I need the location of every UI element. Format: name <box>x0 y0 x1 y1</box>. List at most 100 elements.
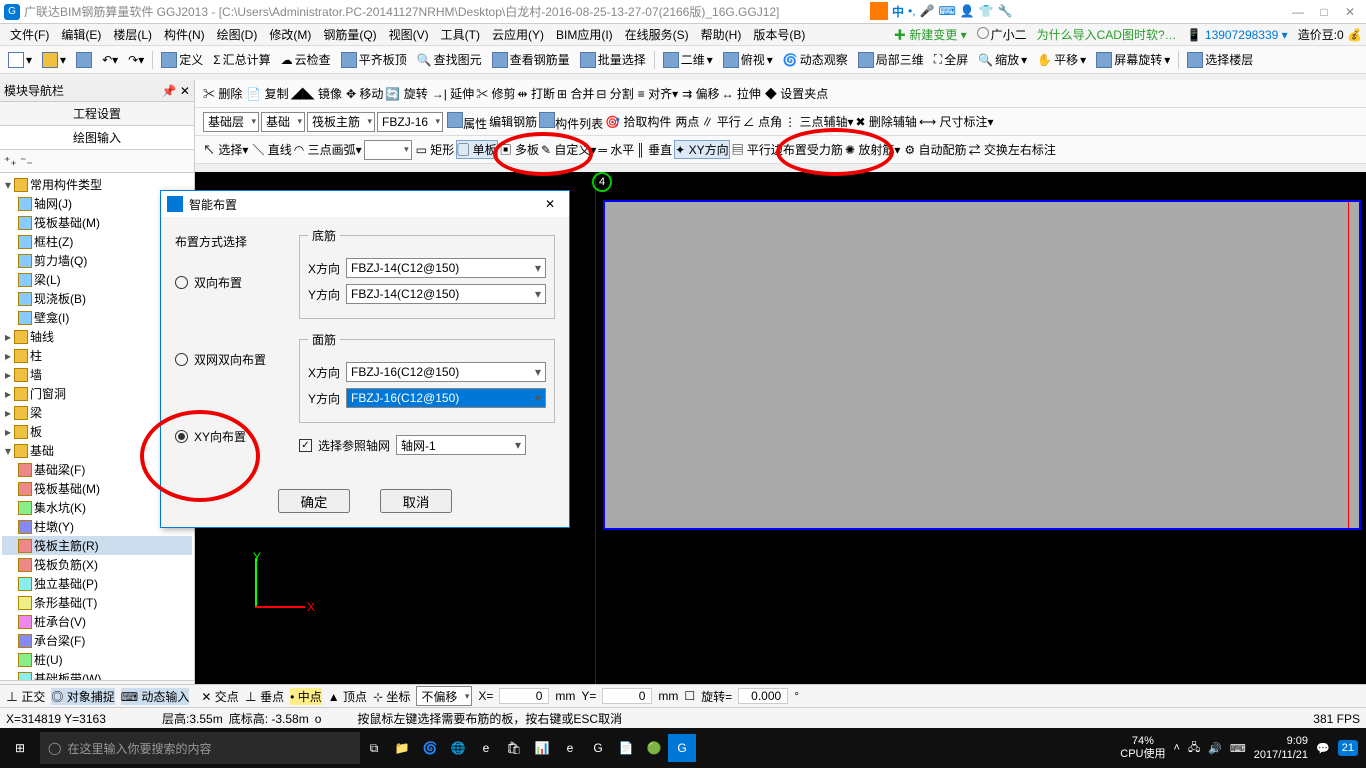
del-axis-button[interactable]: ✖ 删除辅轴 <box>856 113 917 130</box>
select-tool[interactable]: ↖ 选择▾ <box>203 141 248 158</box>
tab-engineering[interactable]: 工程设置 <box>0 102 194 126</box>
edit-steel-button[interactable]: 编辑钢筋 <box>489 113 537 130</box>
maximize-button[interactable]: □ <box>1312 3 1336 21</box>
align-button[interactable]: ≡ 对齐▾ <box>638 85 678 102</box>
tree-item[interactable]: 剪力墙(Q) <box>34 252 87 269</box>
x-value[interactable]: 0 <box>499 688 549 704</box>
trim-button[interactable]: ✂ 修剪 <box>476 85 515 102</box>
ime-mic-icon[interactable]: 🎤 <box>920 4 935 18</box>
fullscreen-button[interactable]: ⛶ 全屏 <box>930 49 972 70</box>
tree-item[interactable]: 筏板负筋(X) <box>34 556 98 573</box>
tree-group[interactable]: 柱 <box>30 347 42 364</box>
tab-draw-input[interactable]: 绘图输入 <box>0 126 194 150</box>
taskbar-app-active[interactable]: G <box>668 734 696 762</box>
minimize-button[interactable]: — <box>1286 3 1310 21</box>
break-button[interactable]: ⇹ 打断 <box>518 85 555 102</box>
menu-cloud[interactable]: 云应用(Y) <box>486 24 550 45</box>
find-button[interactable]: 🔍 查找图元 <box>413 49 486 70</box>
rot-checkbox[interactable]: ☐ <box>684 689 695 703</box>
menu-floor[interactable]: 楼层(L) <box>107 24 158 45</box>
ime-punct-icon[interactable]: •, <box>908 4 916 18</box>
dialog-close-button[interactable]: ✕ <box>537 197 563 211</box>
taskbar-app-7[interactable]: e <box>556 734 584 762</box>
menu-modify[interactable]: 修改(M) <box>263 24 317 45</box>
taskbar-app-10[interactable]: 🟢 <box>640 734 668 762</box>
taskbar-app-4[interactable]: e <box>472 734 500 762</box>
tree-item[interactable]: 壁龛(I) <box>34 309 69 326</box>
osnap-toggle[interactable]: ◎ 对象捕捉 <box>51 688 114 705</box>
ortho-toggle[interactable]: ⊥ 正交 <box>6 688 45 705</box>
tree-item[interactable]: 筏板基础(M) <box>34 480 100 497</box>
coord-snap[interactable]: ⊹ 坐标 <box>373 688 410 705</box>
empty-combo[interactable] <box>364 140 412 160</box>
close-button[interactable]: ✕ <box>1338 3 1362 21</box>
taskbar-app-3[interactable]: 🌐 <box>444 734 472 762</box>
menu-bim[interactable]: BIM应用(I) <box>550 24 619 45</box>
ime-user-icon[interactable]: 👤 <box>960 4 975 18</box>
ime-skin-icon[interactable]: 👕 <box>979 4 994 18</box>
tree-base[interactable]: 基础 <box>30 442 54 459</box>
menu-draw[interactable]: 绘图(D) <box>211 24 264 45</box>
tree-mode-icons[interactable]: ⁺₊ ⁻₋ <box>0 150 194 173</box>
tree-item[interactable]: 条形基础(T) <box>34 594 97 611</box>
tree-item[interactable]: 框柱(Z) <box>34 233 73 250</box>
taskbar-app-2[interactable]: 🌀 <box>416 734 444 762</box>
taskbar-app-1[interactable]: 📁 <box>388 734 416 762</box>
top-view-button[interactable]: 俯视▾ <box>719 49 777 70</box>
taskbar-app-5[interactable]: 🛍 <box>500 734 528 762</box>
tree-item[interactable]: 独立基础(P) <box>34 575 98 592</box>
three-point-button[interactable]: ⋮ 三点辅轴▾ <box>784 113 853 130</box>
tree-item[interactable]: 筏板基础(M) <box>34 214 100 231</box>
badge[interactable]: 21 <box>1338 740 1358 756</box>
tray-up-icon[interactable]: ˄ <box>1174 742 1180 754</box>
tree-item[interactable]: 桩承台(V) <box>34 613 86 630</box>
search-box[interactable]: ◯ 在这里输入你要搜索的内容 <box>40 732 360 764</box>
pick-button[interactable]: 🎯 拾取构件 <box>605 113 671 130</box>
undo-icon[interactable]: ↶▾ <box>98 51 122 69</box>
offset-combo[interactable]: 不偏移 <box>416 686 472 706</box>
radio-double-net[interactable]: 双网双向布置 <box>175 351 285 368</box>
bottom-x-combo[interactable]: FBZJ-14(C12@150) <box>346 258 546 278</box>
open-icon[interactable]: ▾ <box>38 50 70 70</box>
name-combo[interactable]: FBZJ-16 <box>377 112 443 132</box>
menu-online[interactable]: 在线服务(S) <box>619 24 695 45</box>
menu-help[interactable]: 帮助(H) <box>695 24 748 45</box>
tree-group[interactable]: 板 <box>30 423 42 440</box>
apex-snap[interactable]: ▲ 顶点 <box>328 688 367 705</box>
tree-item[interactable]: 基础梁(F) <box>34 461 85 478</box>
slab-element[interactable] <box>603 200 1361 530</box>
menu-view[interactable]: 视图(V) <box>383 24 435 45</box>
clock[interactable]: 9:092017/11/21 <box>1254 734 1308 762</box>
radio-bidirectional[interactable]: 双向布置 <box>175 274 285 291</box>
two-point-button[interactable]: 两点 <box>675 113 699 130</box>
bottom-y-combo[interactable]: FBZJ-14(C12@150) <box>346 284 546 304</box>
ime-kb-icon[interactable]: ⌨ <box>939 4 956 18</box>
tree-item[interactable]: 桩(U) <box>34 651 63 668</box>
ime-lang[interactable]: 中 <box>892 3 904 20</box>
select-floor-button[interactable]: 选择楼层 <box>1183 49 1257 70</box>
tray-vol-icon[interactable]: 🔊 <box>1208 742 1222 755</box>
tree-item[interactable]: 柱墩(Y) <box>34 518 74 535</box>
arc-tool[interactable]: ◠ 三点画弧▾ <box>294 141 362 158</box>
menu-file[interactable]: 文件(F) <box>4 24 55 45</box>
vert-button[interactable]: ║ 垂直 <box>636 141 672 158</box>
redo-icon[interactable]: ↷▾ <box>124 51 148 69</box>
menu-tool[interactable]: 工具(T) <box>435 24 486 45</box>
tree-item-selected[interactable]: 筏板主筋(R) <box>34 537 99 554</box>
dyn-input-toggle[interactable]: ⌨ 动态输入 <box>121 688 190 705</box>
radio-xy[interactable]: XY向布置 <box>175 428 285 445</box>
dim-button[interactable]: ⟷ 尺寸标注▾ <box>919 113 994 130</box>
tray-net-icon[interactable]: 🖧 <box>1188 739 1200 758</box>
copy-button[interactable]: 📄 复制 <box>246 85 288 102</box>
custom-button[interactable]: ✎ 自定义▾ <box>541 141 596 158</box>
stretch-button[interactable]: ↔ 拉伸 <box>722 85 761 102</box>
taskbar-app-9[interactable]: 📄 <box>612 734 640 762</box>
flat-button[interactable]: 平齐板顶 <box>337 49 411 70</box>
setpoint-button[interactable]: ◆ 设置夹点 <box>765 85 828 102</box>
tree-group[interactable]: 轴线 <box>30 328 54 345</box>
tree-item[interactable]: 承台梁(F) <box>34 632 85 649</box>
parallel-button[interactable]: ∥ 平行 <box>701 113 740 130</box>
taskbar-app-6[interactable]: 📊 <box>528 734 556 762</box>
new-change-button[interactable]: ✚ 新建变更 ▾ <box>894 26 967 43</box>
define-button[interactable]: 定义 <box>157 49 207 70</box>
